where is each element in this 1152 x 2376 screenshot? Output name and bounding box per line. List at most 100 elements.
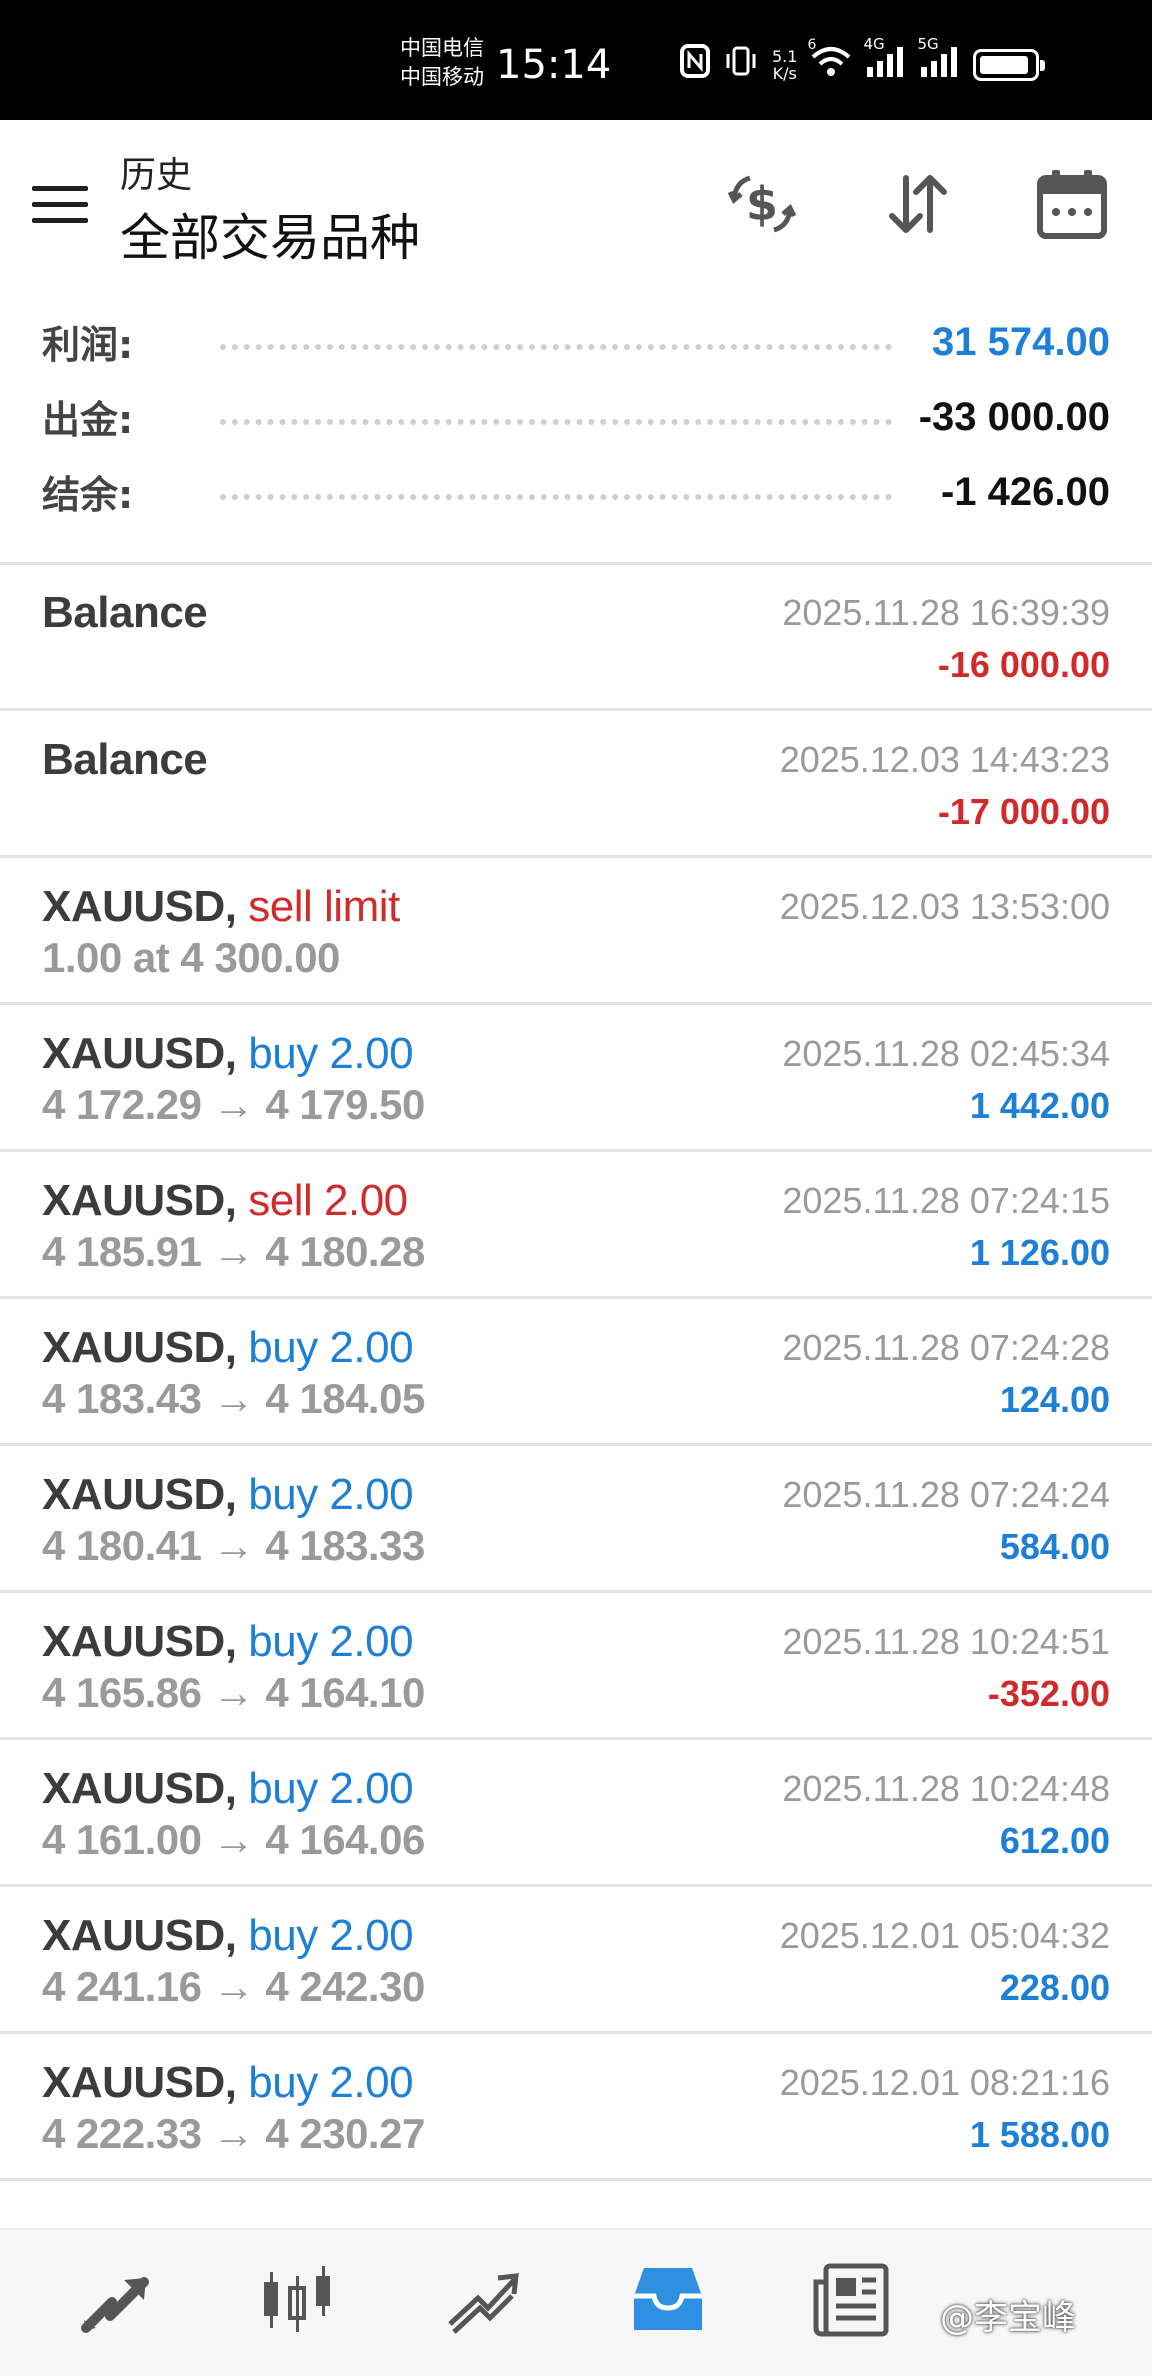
vibrate-icon	[724, 44, 758, 85]
dotted-leader	[220, 494, 892, 500]
row-profit: 612.00	[999, 1820, 1110, 1861]
wifi-icon: 6	[807, 37, 851, 84]
carrier-2: 中国移动	[400, 65, 484, 89]
row-symbol: XAUUSD,	[42, 2058, 237, 2107]
row-order-type: buy 2.00	[248, 1470, 414, 1519]
row-timestamp: 2025.12.01 05:04:32	[779, 1915, 1110, 1956]
balance-value: -1 426.00	[940, 470, 1110, 514]
row-symbol-line: XAUUSD, buy 2.00	[42, 1029, 414, 1079]
history-row[interactable]: XAUUSD, buy 2.00 4 183.43 → 4 184.05 2025.…	[0, 1299, 1152, 1446]
balance-label: 结余:	[42, 473, 134, 517]
history-row[interactable]: XAUUSD, buy 2.00 4 165.86 → 4 164.10 2025.…	[0, 1593, 1152, 1740]
history-row[interactable]: XAUUSD, sell limit 1.00 at 4 300.00 2025.1…	[0, 858, 1152, 1005]
status-bar: 中国电信 中国移动 15:14 5.1 K/s 6 4G 5G	[0, 0, 1152, 120]
row-profit: 1 588.00	[969, 2114, 1110, 2155]
signal-5g-icon: 5G	[917, 35, 959, 84]
row-timestamp: 2025.12.01 08:21:16	[779, 2062, 1110, 2103]
summary-withdrawal-row: 出金: -33 000.00	[0, 375, 1152, 449]
profit-label: 利润:	[42, 323, 134, 367]
clock: 15:14	[496, 42, 612, 88]
row-timestamp: 2025.11.28 07:24:15	[782, 1180, 1110, 1221]
row-order-type: buy 2.00	[248, 1323, 414, 1372]
row-symbol-line: Balance	[42, 735, 208, 785]
battery-icon	[973, 48, 1046, 81]
row-prices: 4 161.00 → 4 164.06	[42, 1816, 425, 1863]
history-row[interactable]: XAUUSD, buy 2.00 4 241.16 → 4 242.30 2025.…	[0, 1887, 1152, 2034]
row-timestamp: 2025.12.03 14:43:23	[779, 739, 1110, 780]
history-row[interactable]: Balance 2025.12.03 14:43:23 -17 000.00	[0, 711, 1152, 858]
history-row[interactable]: XAUUSD, buy 2.00 4 222.33 → 4 230.27 2025.…	[0, 2034, 1152, 2181]
row-symbol-line: XAUUSD, buy 2.00	[42, 1617, 414, 1667]
history-row[interactable]: Balance 2025.11.28 16:39:39 -16 000.00	[0, 564, 1152, 711]
row-profit: 584.00	[999, 1526, 1110, 1567]
row-symbol-line: XAUUSD, buy 2.00	[42, 1911, 414, 1961]
trade-icon[interactable]	[440, 2258, 524, 2342]
row-order-type: buy 2.00	[248, 1617, 414, 1666]
row-symbol: XAUUSD,	[42, 1470, 237, 1519]
row-symbol: XAUUSD,	[42, 882, 237, 931]
history-row[interactable]: XAUUSD, buy 2.00 4 172.29 → 4 179.50 2025.…	[0, 1005, 1152, 1152]
row-symbol-line: XAUUSD, buy 2.00	[42, 1764, 414, 1814]
row-prices: 4 172.29 → 4 179.50	[42, 1081, 425, 1128]
row-symbol: Balance	[42, 588, 208, 637]
summary-balance-row: 结余: -1 426.00	[0, 450, 1152, 524]
nfc-icon	[680, 44, 710, 85]
symbol-filter[interactable]: 全部交易品种	[120, 198, 420, 270]
carrier-names: 中国电信 中国移动	[400, 34, 484, 92]
row-prices: 4 183.43 → 4 184.05	[42, 1375, 425, 1422]
bottom-nav: @李宝峰	[0, 2228, 1152, 2376]
row-timestamp: 2025.11.28 16:39:39	[782, 592, 1110, 633]
row-timestamp: 2025.11.28 10:24:51	[782, 1621, 1110, 1662]
row-symbol: XAUUSD,	[42, 1617, 237, 1666]
row-order-type: buy 2.00	[248, 1764, 414, 1813]
watermark: @李宝峰	[940, 2298, 1076, 2338]
carrier-1: 中国电信	[400, 36, 484, 60]
summary-profit-row: 利润: 31 574.00	[0, 300, 1152, 374]
quotes-icon[interactable]	[74, 2258, 158, 2342]
summary-panel: 利润: 31 574.00 出金: -33 000.00 结余: -1 426.…	[0, 300, 1152, 565]
profit-value: 31 574.00	[932, 320, 1110, 364]
row-profit: 228.00	[999, 1967, 1110, 2008]
withdrawal-label: 出金:	[42, 398, 134, 442]
row-symbol-line: XAUUSD, buy 2.00	[42, 1470, 414, 1520]
row-symbol: XAUUSD,	[42, 1029, 237, 1078]
net-speed: 5.1 K/s	[772, 46, 798, 83]
history-row[interactable]: XAUUSD, sell 2.00 4 185.91 → 4 180.28 2025…	[0, 1152, 1152, 1299]
row-symbol: XAUUSD,	[42, 1176, 237, 1225]
row-prices: 4 241.16 → 4 242.30	[42, 1963, 425, 2010]
page-title: 历史	[120, 155, 193, 196]
row-symbol-line: XAUUSD, sell 2.00	[42, 1176, 408, 1226]
history-row[interactable]: XAUUSD, buy 2.00 4 180.41 → 4 183.33 2025.…	[0, 1446, 1152, 1593]
row-prices: 4 165.86 → 4 164.10	[42, 1669, 425, 1716]
sort-icon[interactable]	[878, 164, 958, 244]
history-icon[interactable]	[626, 2258, 710, 2342]
row-symbol: XAUUSD,	[42, 1323, 237, 1372]
menu-icon[interactable]	[32, 186, 88, 226]
chart-icon[interactable]	[256, 2258, 340, 2342]
row-symbol-line: XAUUSD, buy 2.00	[42, 1323, 414, 1373]
status-icons: 5.1 K/s 6 4G 5G	[680, 35, 1046, 85]
history-row[interactable]: XAUUSD, buy 2.00 4 161.00 → 4 164.06 2025.…	[0, 1740, 1152, 1887]
calendar-icon[interactable]	[1032, 164, 1112, 244]
row-profit: 124.00	[999, 1379, 1110, 1420]
row-profit: -16 000.00	[937, 644, 1110, 685]
row-symbol: XAUUSD,	[42, 1911, 237, 1960]
row-order-type: buy 2.00	[248, 1029, 414, 1078]
row-order-type: buy 2.00	[248, 2058, 414, 2107]
history-list: Balance 2025.11.28 16:39:39 -16 000.00 Bala…	[0, 564, 1152, 2181]
app-header: 历史 全部交易品种 $	[0, 120, 1152, 290]
currency-exchange-icon[interactable]: $	[722, 164, 802, 244]
row-order-type: sell limit	[248, 882, 400, 931]
dotted-leader	[220, 419, 892, 425]
row-symbol-line: XAUUSD, buy 2.00	[42, 2058, 414, 2108]
row-symbol: XAUUSD,	[42, 1764, 237, 1813]
row-order-type: buy 2.00	[248, 1911, 414, 1960]
svg-text:$: $	[746, 177, 778, 231]
dotted-leader	[220, 344, 892, 350]
row-timestamp: 2025.11.28 02:45:34	[782, 1033, 1110, 1074]
row-prices: 4 222.33 → 4 230.27	[42, 2110, 425, 2157]
row-symbol: Balance	[42, 735, 208, 784]
row-timestamp: 2025.11.28 10:24:48	[782, 1768, 1110, 1809]
row-order-type: sell 2.00	[248, 1176, 408, 1225]
news-icon[interactable]	[810, 2258, 894, 2342]
